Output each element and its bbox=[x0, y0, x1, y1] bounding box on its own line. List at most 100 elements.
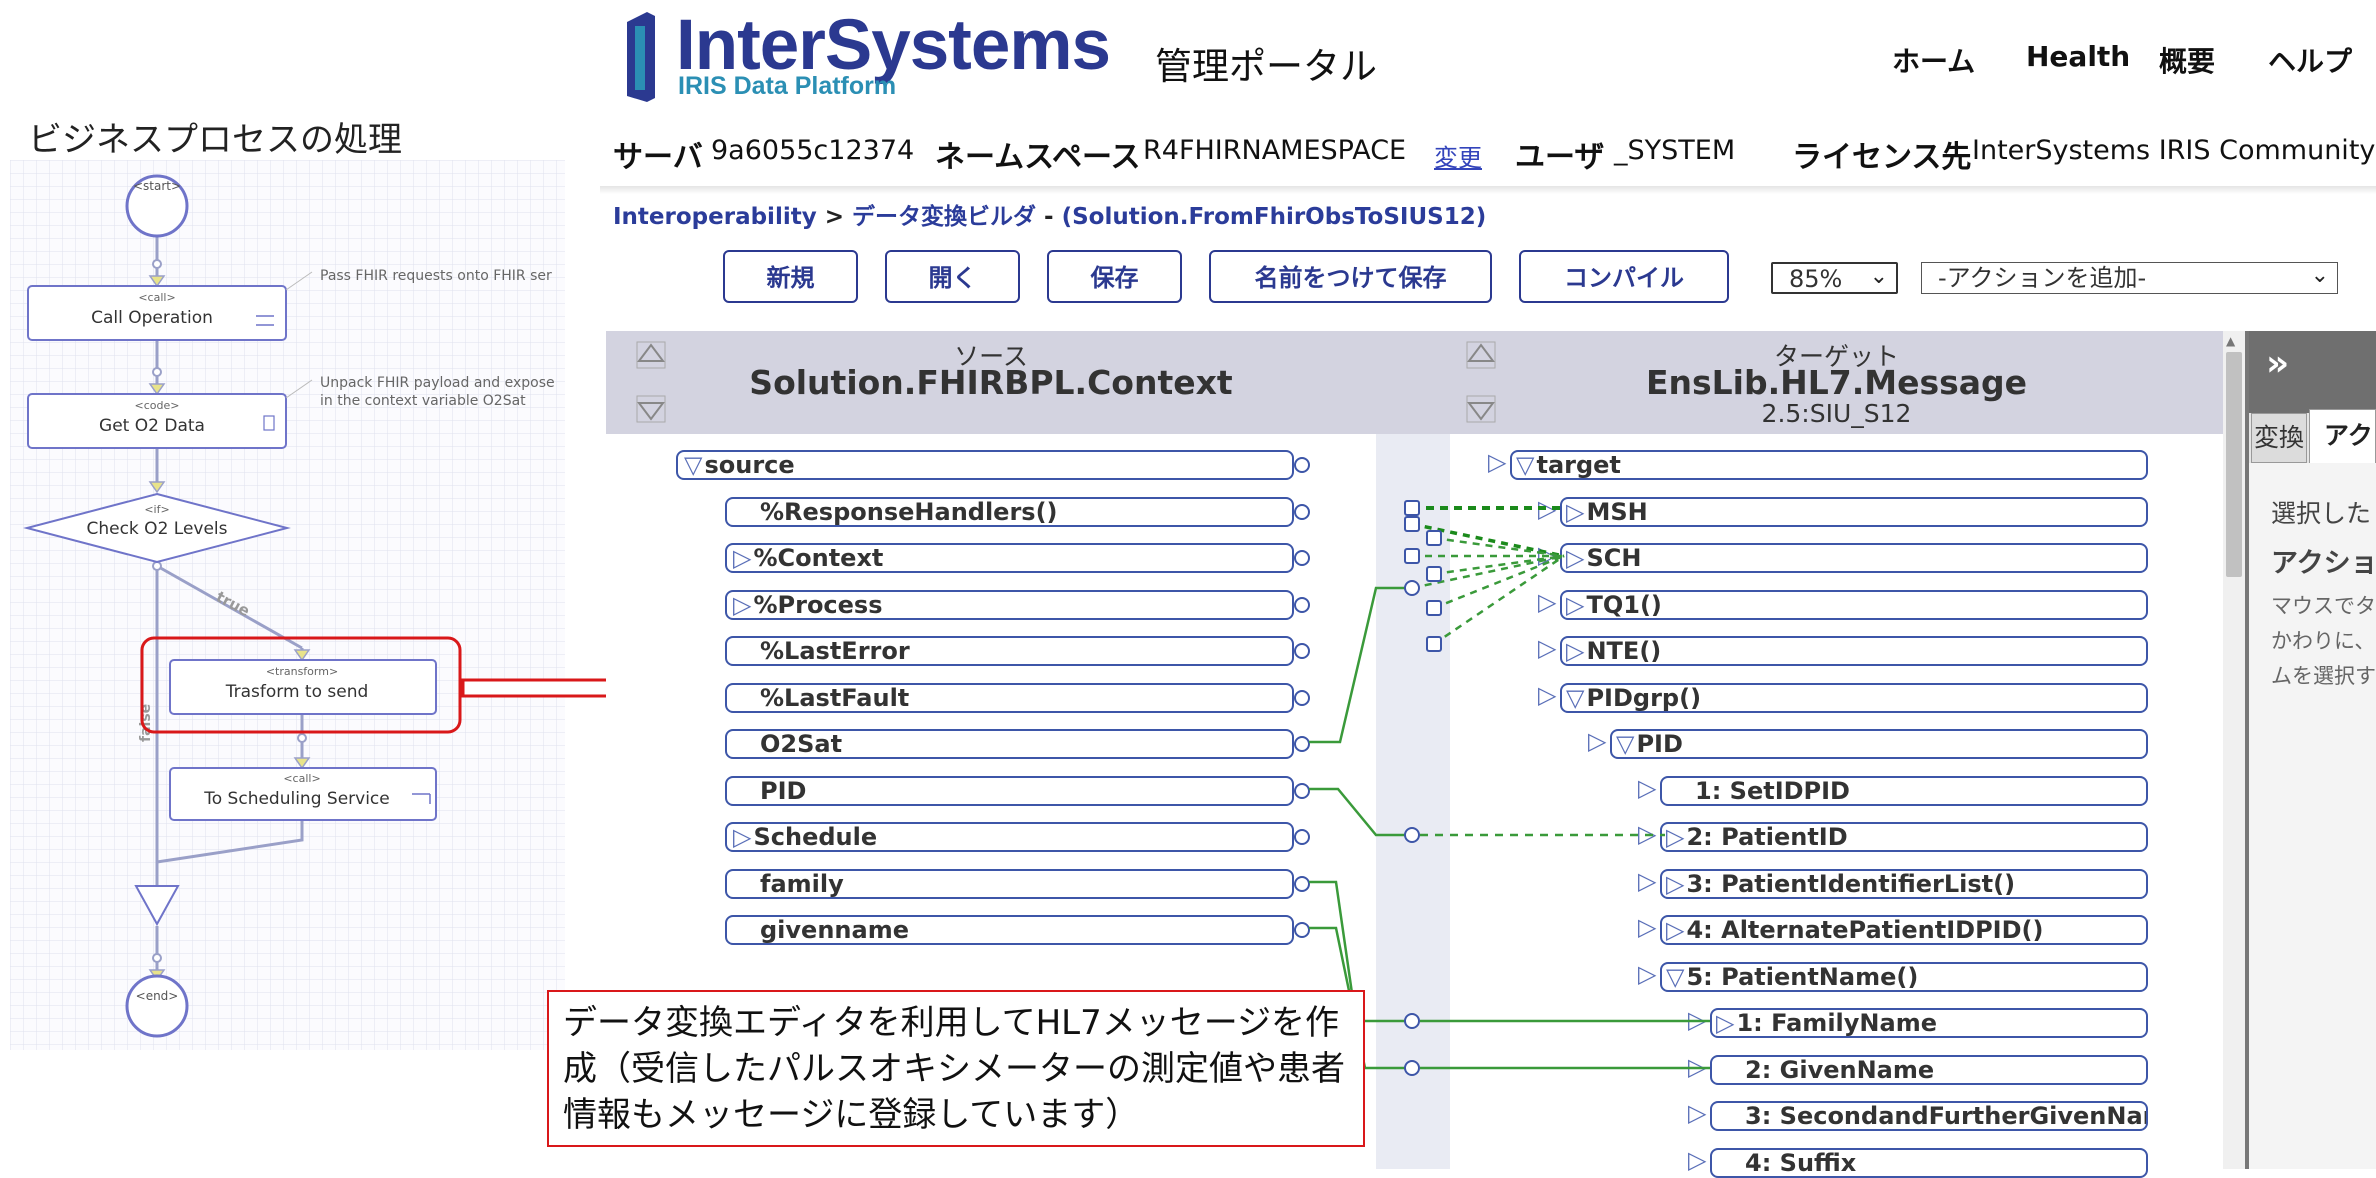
source-node-label: %Process bbox=[753, 590, 883, 619]
source-port[interactable] bbox=[1294, 875, 1310, 892]
source-port[interactable] bbox=[1294, 689, 1310, 706]
namespace-change-link[interactable]: 変更 bbox=[1434, 138, 1482, 173]
expand-icon[interactable]: ▷ bbox=[1666, 824, 1684, 850]
expand-icon[interactable]: ▷ bbox=[1566, 638, 1584, 664]
source-node[interactable]: O2Sat bbox=[725, 729, 1294, 759]
source-node[interactable]: %ResponseHandlers() bbox=[725, 496, 1294, 527]
expand-icon[interactable]: ▷ bbox=[733, 824, 751, 850]
save-as-button[interactable]: 名前をつけて保存 bbox=[1209, 250, 1492, 303]
scrollbar-thumb[interactable] bbox=[2226, 352, 2242, 577]
zoom-select[interactable]: 85% ⌄ bbox=[1771, 262, 1898, 294]
expand-icon[interactable]: ▷ bbox=[1666, 917, 1684, 943]
chevron-down-icon: ⌄ bbox=[2310, 263, 2329, 288]
target-port-icon[interactable]: ▷ bbox=[1488, 448, 1506, 476]
nav-health[interactable]: Health bbox=[2026, 40, 2130, 73]
breadcrumb-root[interactable]: Interoperability bbox=[613, 204, 817, 230]
target-node[interactable]: ▷SCH bbox=[1560, 543, 2148, 573]
save-button[interactable]: 保存 bbox=[1047, 250, 1182, 303]
bpl-end-label: <end> bbox=[136, 989, 179, 1003]
target-node[interactable]: 3: SecondandFurtherGivenNam bbox=[1710, 1101, 2148, 1131]
target-port-icon[interactable]: ▷ bbox=[1688, 1146, 1706, 1174]
target-port-icon[interactable]: ▷ bbox=[1688, 1053, 1706, 1081]
source-node[interactable]: %LastError bbox=[725, 636, 1294, 666]
source-port[interactable] bbox=[1294, 503, 1310, 520]
expand-icon[interactable]: ▷ bbox=[733, 545, 751, 571]
bpl-start-label: <start> bbox=[133, 179, 181, 193]
source-node[interactable]: ▷%Process bbox=[725, 589, 1294, 620]
source-node[interactable]: %LastFault bbox=[725, 682, 1294, 713]
bp-title: ビジネスプロセスの処理 bbox=[28, 120, 402, 160]
source-port[interactable] bbox=[1294, 596, 1310, 613]
target-node[interactable]: ▽target bbox=[1510, 450, 2148, 480]
nav-help[interactable]: ヘルプ bbox=[2268, 40, 2352, 80]
source-port[interactable] bbox=[1294, 643, 1310, 659]
target-port-icon[interactable]: ▷ bbox=[1538, 495, 1556, 523]
breadcrumb-page[interactable]: データ変換ビルダ bbox=[852, 204, 1036, 230]
source-port[interactable] bbox=[1294, 922, 1310, 938]
target-port-icon[interactable]: ▷ bbox=[1638, 820, 1656, 848]
target-node[interactable]: 2: GivenName bbox=[1710, 1054, 2148, 1085]
add-action-select[interactable]: -アクションを追加- ⌄ bbox=[1921, 262, 2338, 294]
target-port-icon[interactable]: ▷ bbox=[1638, 774, 1656, 802]
target-node[interactable]: ▽PIDgrp() bbox=[1560, 682, 2148, 713]
target-port-icon[interactable]: ▷ bbox=[1588, 727, 1606, 755]
target-port-icon[interactable]: ▷ bbox=[1638, 913, 1656, 941]
expand-icon[interactable]: ▷ bbox=[1566, 592, 1584, 618]
source-port[interactable] bbox=[1294, 829, 1310, 845]
target-node[interactable]: ▽5: PatientName() bbox=[1660, 961, 2148, 992]
tab-transform[interactable]: 変換 bbox=[2251, 413, 2307, 463]
source-node[interactable]: PID bbox=[725, 775, 1294, 806]
collapse-icon[interactable]: ▽ bbox=[1666, 964, 1684, 990]
source-node[interactable]: family bbox=[725, 868, 1294, 899]
collapse-icon[interactable]: ▽ bbox=[684, 452, 702, 478]
tab-action[interactable]: アク bbox=[2309, 409, 2376, 464]
target-port-icon[interactable]: ▷ bbox=[1638, 867, 1656, 895]
expand-icon[interactable]: ▷ bbox=[733, 592, 751, 618]
target-port-icon[interactable]: ▷ bbox=[1538, 541, 1556, 569]
target-port-icon[interactable]: ▷ bbox=[1688, 1006, 1706, 1034]
source-port[interactable] bbox=[1294, 457, 1310, 473]
target-node[interactable]: ▷3: PatientIdentifierList() bbox=[1660, 868, 2148, 899]
nav-overview[interactable]: 概要 bbox=[2159, 40, 2215, 80]
target-port-icon[interactable]: ▷ bbox=[1538, 588, 1556, 616]
bpl-code-note-1: Unpack FHIR payload and expose bbox=[320, 375, 555, 391]
source-node[interactable]: ▷Schedule bbox=[725, 822, 1294, 852]
source-node[interactable]: givenname bbox=[725, 915, 1294, 945]
target-class: EnsLib.HL7.Message bbox=[1645, 363, 2028, 402]
target-node[interactable]: ▷NTE() bbox=[1560, 636, 2148, 666]
target-node[interactable]: 1: SetIDPID bbox=[1660, 775, 2148, 806]
target-port-icon[interactable]: ▷ bbox=[1538, 634, 1556, 662]
nav-home[interactable]: ホーム bbox=[1892, 40, 1975, 80]
target-node[interactable]: ▷4: AlternatePatientIDPID() bbox=[1660, 915, 2148, 945]
target-node[interactable]: ▷TQ1() bbox=[1560, 589, 2148, 620]
target-node[interactable]: 4: Suffix bbox=[1710, 1147, 2148, 1178]
target-port-icon[interactable]: ▷ bbox=[1638, 960, 1656, 988]
expand-icon[interactable]: ▷ bbox=[1716, 1010, 1734, 1036]
open-button[interactable]: 開く bbox=[885, 250, 1020, 303]
source-node[interactable]: ▽source bbox=[676, 450, 1294, 480]
source-port[interactable] bbox=[1294, 550, 1310, 566]
target-port-icon[interactable]: ▷ bbox=[1688, 1099, 1706, 1127]
expand-icon[interactable]: ▷ bbox=[1666, 871, 1684, 897]
bpl-transform-label: Trasform to send bbox=[225, 682, 369, 702]
compile-button[interactable]: コンパイル bbox=[1519, 250, 1729, 303]
source-port[interactable] bbox=[1294, 736, 1310, 752]
target-node[interactable]: ▷1: FamilyName bbox=[1710, 1008, 2148, 1038]
server-label: サーバ bbox=[613, 140, 703, 175]
collapse-icon[interactable]: ▽ bbox=[1566, 685, 1584, 711]
source-node[interactable]: ▷%Context bbox=[725, 543, 1294, 573]
expand-icon[interactable]: ▷ bbox=[1566, 545, 1584, 571]
collapse-icon[interactable]: ▽ bbox=[1616, 731, 1634, 757]
target-node[interactable]: ▽PID bbox=[1610, 729, 2148, 759]
collapse-icon[interactable]: ▽ bbox=[1516, 452, 1534, 478]
scroll-up-icon[interactable]: ▲ bbox=[2226, 334, 2235, 348]
target-node[interactable]: ▷MSH bbox=[1560, 496, 2148, 527]
target-node[interactable]: ▷2: PatientID bbox=[1660, 822, 2148, 852]
expand-icon[interactable]: ▷ bbox=[1566, 499, 1584, 525]
expand-panel-button[interactable]: » bbox=[2266, 343, 2289, 384]
target-port-icon[interactable]: ▷ bbox=[1538, 681, 1556, 709]
source-port[interactable] bbox=[1294, 782, 1310, 799]
new-button[interactable]: 新規 bbox=[723, 250, 858, 303]
source-node-label: Schedule bbox=[753, 823, 878, 851]
source-node-label: %LastFault bbox=[760, 683, 910, 712]
